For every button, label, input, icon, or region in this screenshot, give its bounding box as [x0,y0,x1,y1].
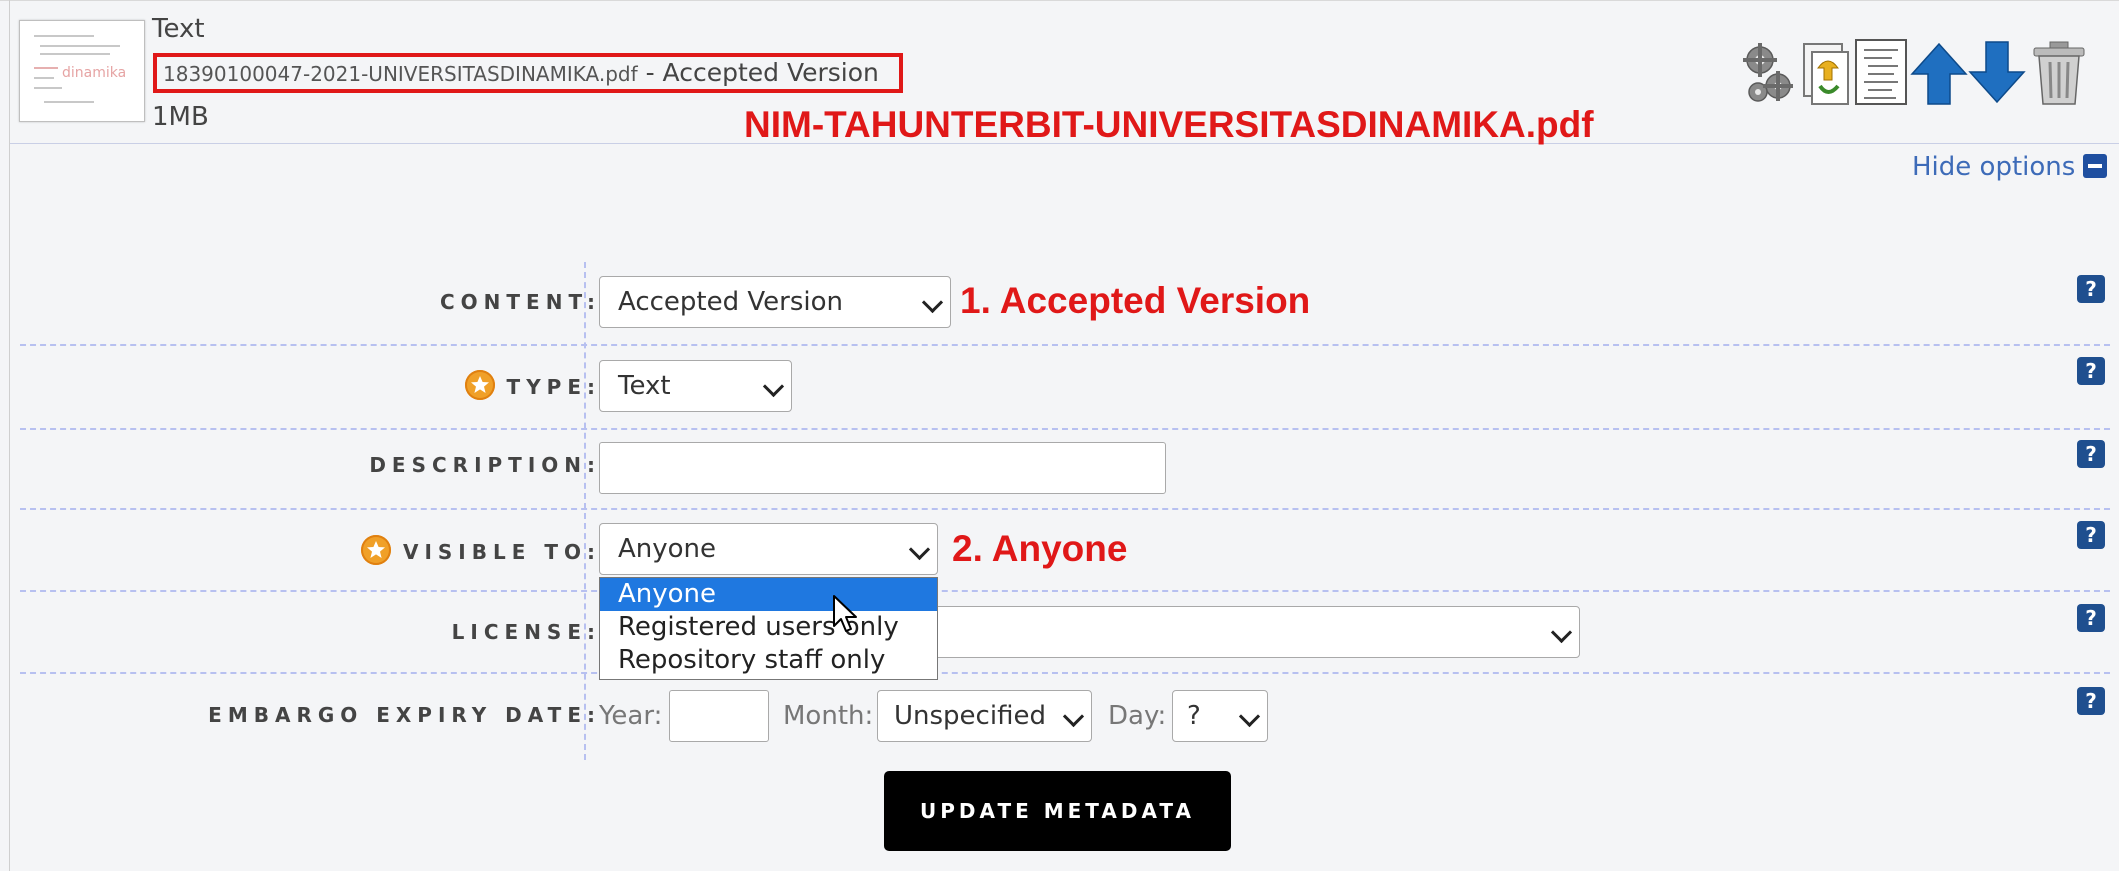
content-help-icon[interactable]: ? [2077,275,2105,303]
embargo-month-select[interactable]: Unspecified [877,690,1092,742]
license-help-icon[interactable]: ? [2077,604,2105,632]
document-list-icon[interactable] [1852,38,1910,108]
visible-option-registered[interactable]: Registered users only [600,611,937,644]
document-type-text: Text [152,14,205,44]
document-version: - Accepted Version [637,58,879,87]
visible-option-staff[interactable]: Repository staff only [600,644,937,677]
required-star-icon [464,370,495,400]
thumbnail-logo: dinamika [62,65,127,81]
trash-icon[interactable] [2030,38,2088,108]
document-filename[interactable]: 18390100047-2021-UNIVERSITASDINAMIKA.pdf [163,62,638,86]
chevron-down-icon [921,291,944,314]
document-title-highlight: 18390100047-2021-UNIVERSITASDINAMIKA.pdf… [153,53,903,93]
content-label: CONTENT: [439,290,601,314]
embargo-day-select[interactable]: ? [1172,690,1268,742]
collapse-icon[interactable] [2083,154,2108,178]
gears-icon[interactable] [1740,38,1798,108]
embargo-help-icon[interactable]: ? [2077,687,2105,715]
hide-options-label[interactable]: Hide options [1912,152,2075,182]
embargo-month-label: Month: [783,701,874,731]
embargo-year-input[interactable] [669,690,769,742]
embargo-label: EMBARGO EXPIRY DATE: [208,703,601,727]
embargo-day-label: Day: [1108,701,1167,731]
chevron-down-icon [908,538,931,561]
move-down-icon[interactable] [1968,38,2026,108]
description-input[interactable] [599,442,1166,494]
license-label: LICENSE: [451,620,601,644]
visible-to-label: VISIBLE TO: [360,535,601,565]
visible-option-anyone[interactable]: Anyone [600,578,937,611]
type-label: TYPE: [464,370,601,400]
embargo-year-label: Year: [599,701,663,731]
type-help-icon[interactable]: ? [2077,357,2105,385]
update-metadata-button[interactable]: UPDATE METADATA [884,771,1231,851]
visible-to-select[interactable]: Anyone [599,523,938,575]
hide-options-link[interactable]: Hide options [1912,152,2108,182]
embargo-day-value: ? [1187,701,1201,731]
visible-to-dropdown: Anyone Registered users only Repository … [599,577,938,680]
chevron-down-icon [1550,621,1573,644]
move-up-icon[interactable] [1910,38,1968,108]
filename-format-annotation: NIM-TAHUNTERBIT-UNIVERSITASDINAMIKA.pdf [744,104,1594,145]
content-select-value: Accepted Version [618,287,843,317]
type-select[interactable]: Text [599,360,792,412]
description-label: DESCRIPTION: [369,453,601,477]
document-thumbnail[interactable]: dinamika [19,20,145,122]
document-size: 1MB [152,102,209,132]
mouse-cursor-icon [832,594,858,638]
chevron-down-icon [1062,705,1085,728]
visible-to-annotation: 2. Anyone [952,528,1128,569]
content-select[interactable]: Accepted Version [599,276,951,328]
chevron-down-icon [1238,705,1261,728]
visible-to-select-value: Anyone [618,534,717,564]
type-select-value: Text [618,371,671,401]
description-help-icon[interactable]: ? [2077,440,2105,468]
content-annotation: 1. Accepted Version [960,280,1311,321]
row-type [20,346,2110,430]
chevron-down-icon [762,375,785,398]
embargo-month-value: Unspecified [894,701,1046,731]
visible-to-help-icon[interactable]: ? [2077,521,2105,549]
required-star-icon [360,535,391,565]
replace-file-icon[interactable] [1796,38,1854,108]
